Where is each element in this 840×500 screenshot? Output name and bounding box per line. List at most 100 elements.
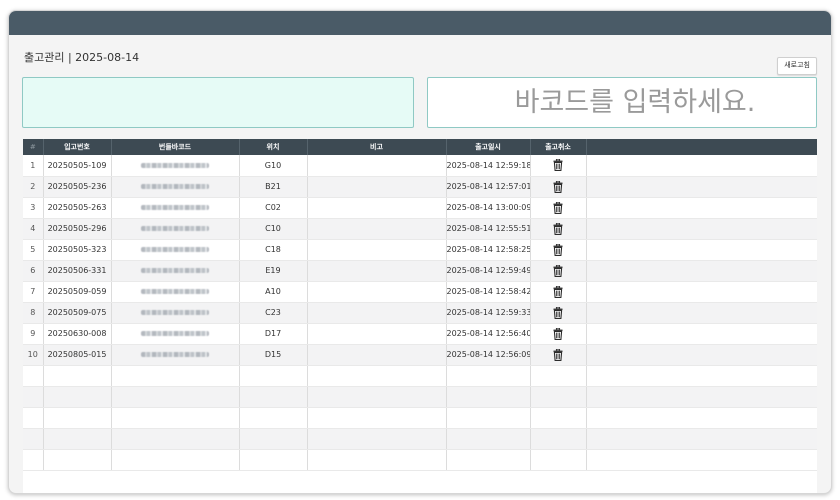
row-index: 7 [23,281,44,303]
cancel-shipment-cell [530,260,587,282]
empty-cell [239,386,308,408]
note [307,176,447,198]
empty-cell [530,428,587,450]
empty-cell [43,449,112,471]
cancel-shipment-cell [530,239,587,261]
empty-cell [23,386,44,408]
table-row[interactable]: 10 20250805-015 D15 2025-08-14 12:56:09 [23,344,817,366]
empty-cell [530,386,587,408]
table-row-empty [23,428,817,450]
bundle-barcode-redacted [111,239,240,261]
trash-icon[interactable] [553,264,563,277]
cancel-shipment-cell [530,344,587,366]
table-row-empty [23,449,817,471]
barcode-input-container[interactable] [427,77,817,128]
empty-cell [586,218,817,240]
table-row[interactable]: 8 20250509-075 C23 2025-08-14 12:59:33 [23,302,817,324]
col-header-location: 위치 [239,139,308,155]
empty-cell [586,323,817,345]
trash-icon[interactable] [553,201,563,214]
trash-icon[interactable] [553,222,563,235]
empty-cell [586,449,817,471]
shipped-at: 2025-08-14 12:58:25 [446,239,531,261]
empty-cell [586,239,817,261]
shipped-at: 2025-08-14 12:59:18 [446,155,531,177]
table-row[interactable]: 6 20250506-331 E19 2025-08-14 12:59:49 [23,260,817,282]
empty-cell [111,428,240,450]
empty-cell [23,365,44,387]
empty-cell [111,449,240,471]
row-index: 1 [23,155,44,177]
table-row[interactable]: 3 20250505-263 C02 2025-08-14 13:00:09 [23,197,817,219]
table-row[interactable]: 1 20250505-109 G10 2025-08-14 12:59:18 [23,155,817,177]
empty-cell [43,386,112,408]
row-index: 2 [23,176,44,198]
barcode-input[interactable] [428,78,816,127]
row-index: 9 [23,323,44,345]
receipt-number: 20250506-331 [43,260,112,282]
bundle-barcode-redacted [111,176,240,198]
table-row[interactable]: 7 20250509-059 A10 2025-08-14 12:58:42 [23,281,817,303]
location: C23 [239,302,308,324]
empty-cell [586,155,817,177]
bundle-barcode-redacted [111,302,240,324]
empty-cell [239,428,308,450]
location: E19 [239,260,308,282]
shipped-at: 2025-08-14 12:59:49 [446,260,531,282]
receipt-number: 20250505-296 [43,218,112,240]
table-row-empty [23,365,817,387]
table-header-row: # 입고번호 번들바코드 위치 비고 출고일시 출고취소 [23,139,817,155]
empty-cell [23,428,44,450]
empty-cell [586,344,817,366]
table-row[interactable]: 5 20250505-323 C18 2025-08-14 12:58:25 [23,239,817,261]
trash-icon[interactable] [553,180,563,193]
receipt-number: 20250509-059 [43,281,112,303]
shipped-at: 2025-08-14 12:57:01 [446,176,531,198]
row-index: 3 [23,197,44,219]
shipped-at: 2025-08-14 12:58:42 [446,281,531,303]
redacted-barcode [141,331,209,336]
note [307,260,447,282]
redacted-barcode [141,226,209,231]
empty-cell [446,428,531,450]
empty-cell [307,386,447,408]
redacted-barcode [141,247,209,252]
table-row[interactable]: 9 20250630-008 D17 2025-08-14 12:56:40 [23,323,817,345]
empty-cell [530,365,587,387]
table-body: 1 20250505-109 G10 2025-08-14 12:59:18 2 2025… [23,155,817,471]
receipt-number: 20250505-323 [43,239,112,261]
trash-icon[interactable] [553,306,563,319]
col-header-index: # [23,139,44,155]
trash-icon[interactable] [553,243,563,256]
bundle-barcode-redacted [111,344,240,366]
empty-cell [43,365,112,387]
note [307,302,447,324]
cancel-shipment-cell [530,197,587,219]
shipment-table: # 입고번호 번들바코드 위치 비고 출고일시 출고취소 1 20250505-1… [23,139,817,493]
receipt-number: 20250630-008 [43,323,112,345]
table-row-empty [23,386,817,408]
refresh-button[interactable]: 새로고침 [777,57,817,75]
trash-icon[interactable] [553,348,563,361]
receipt-number: 20250509-075 [43,302,112,324]
note [307,281,447,303]
empty-cell [307,365,447,387]
redacted-barcode [141,205,209,210]
bundle-barcode-redacted [111,218,240,240]
empty-cell [446,407,531,429]
table-row[interactable]: 4 20250505-296 C10 2025-08-14 12:55:51 [23,218,817,240]
trash-icon[interactable] [553,285,563,298]
row-index: 6 [23,260,44,282]
empty-cell [43,407,112,429]
col-header-cancel: 출고취소 [530,139,587,155]
receipt-number: 20250805-015 [43,344,112,366]
trash-icon[interactable] [553,159,563,172]
empty-cell [446,449,531,471]
note [307,323,447,345]
cancel-shipment-cell [530,281,587,303]
redacted-barcode [141,162,209,168]
empty-cell [586,197,817,219]
table-row[interactable]: 2 20250505-236 B21 2025-08-14 12:57:01 [23,176,817,198]
shipped-at: 2025-08-14 13:00:09 [446,197,531,219]
trash-icon[interactable] [553,327,563,340]
